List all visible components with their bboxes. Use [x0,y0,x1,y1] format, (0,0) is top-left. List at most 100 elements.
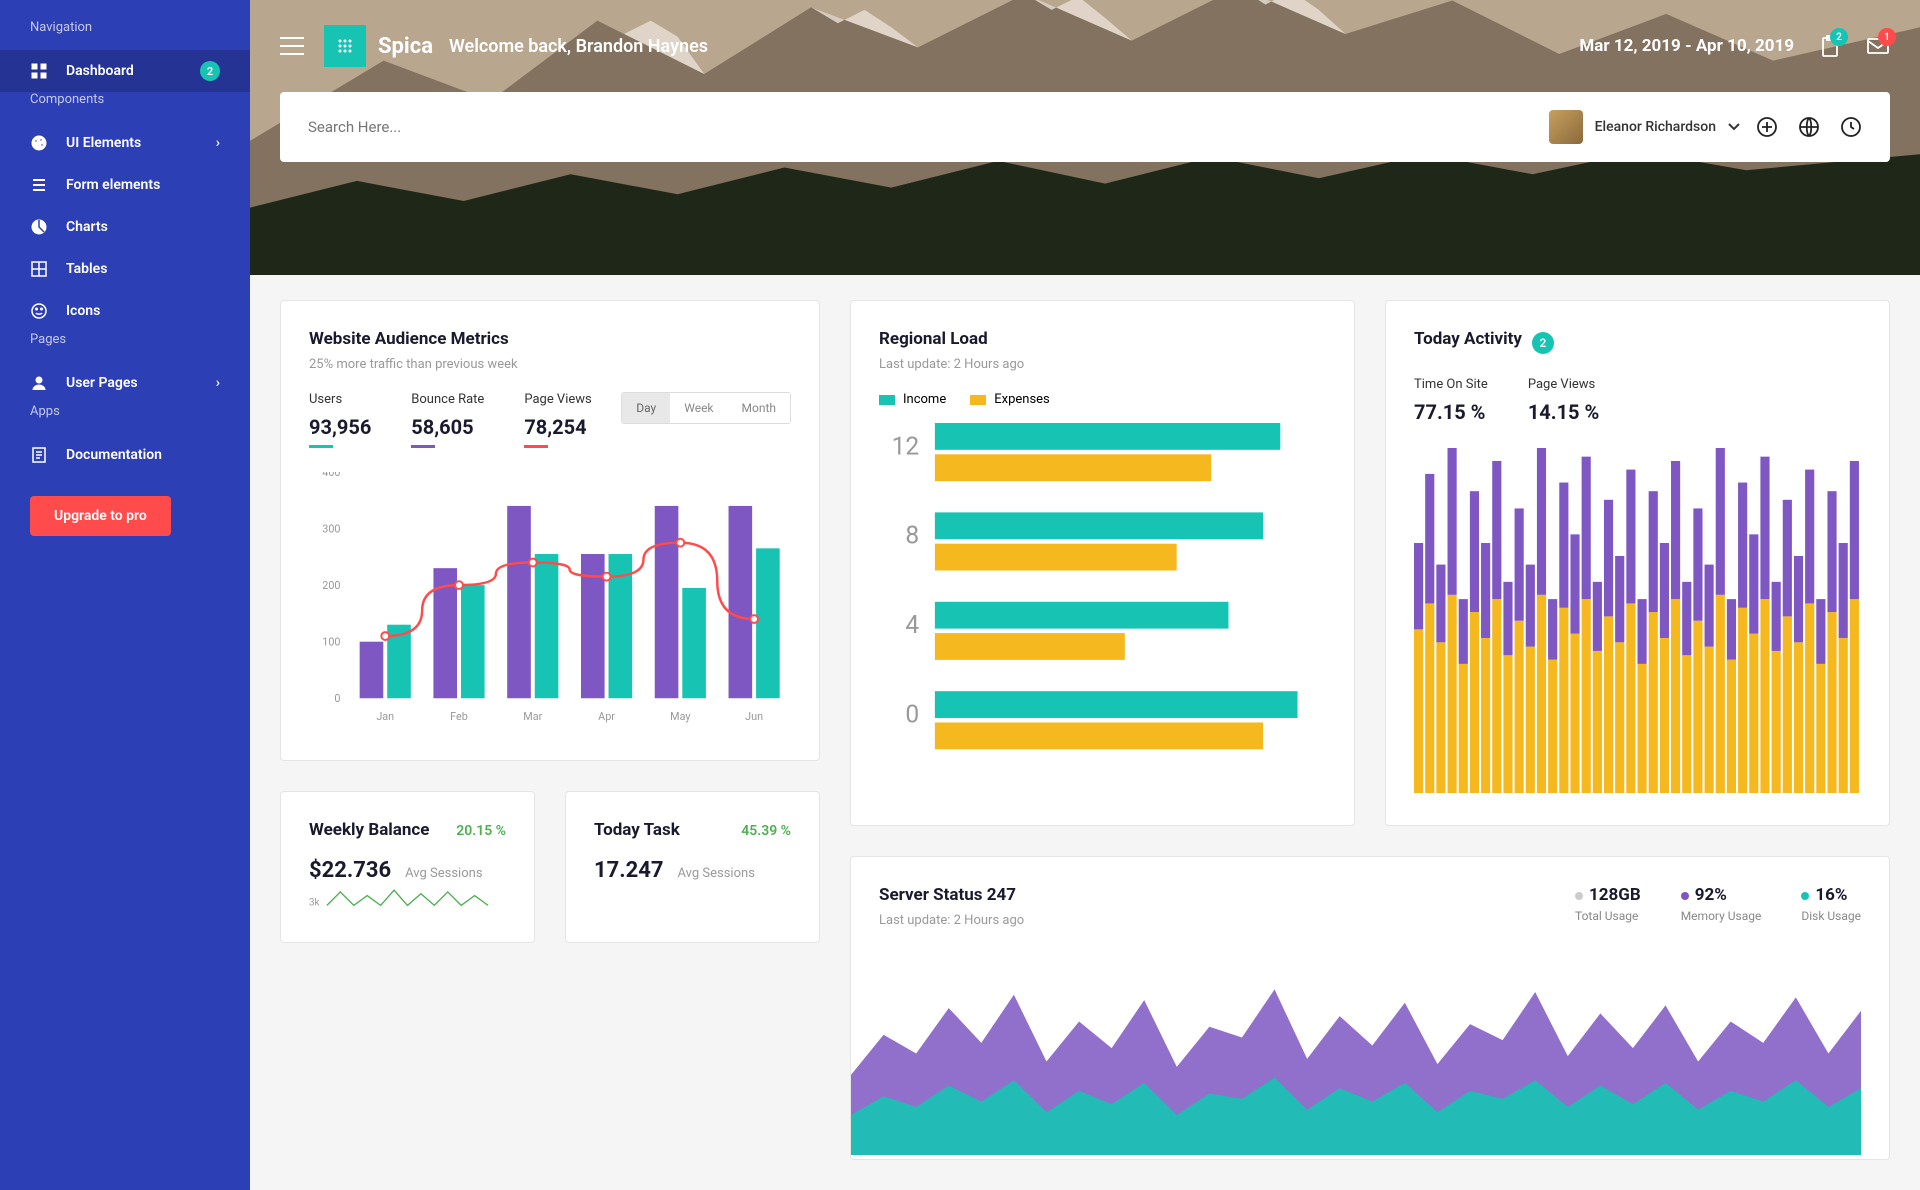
svg-text:Jan: Jan [376,710,394,723]
nav-label: User Pages [66,375,138,391]
search-input[interactable] [308,118,1549,136]
nav-label: Icons [66,303,100,319]
chevron-down-icon [1728,123,1740,131]
mail-icon[interactable]: 1 [1866,34,1890,58]
add-icon[interactable] [1756,116,1778,138]
legend-expenses: Expenses [970,392,1050,407]
sidebar: Navigation Dashboard 2 Components UI Ele… [0,0,250,1190]
stat-page-views: Page Views14.15 % [1528,377,1599,424]
svg-text:3k: 3k [309,897,320,908]
svg-text:Apr: Apr [598,710,615,723]
card-title: Regional Load [879,329,1326,349]
nav-item-charts[interactable]: Charts [0,206,250,248]
card-title: Server Status 247 [879,885,1024,905]
svg-text:100: 100 [322,636,340,649]
regional-chart: 12840 [879,423,1326,781]
period-tabs: DayWeekMonth [621,392,791,424]
card-subtitle: 25% more traffic than previous week [309,357,791,372]
nav-badge: 2 [200,61,220,81]
svg-text:Feb: Feb [450,710,468,723]
tab-day[interactable]: Day [622,393,670,423]
tab-month[interactable]: Month [728,393,790,423]
chevron-right-icon: › [216,135,220,151]
globe-icon[interactable] [1798,116,1820,138]
user-name: Eleanor Richardson [1595,119,1716,135]
card-title: Weekly Balance [309,820,429,840]
user-menu[interactable]: Eleanor Richardson [1549,110,1740,144]
svg-text:Jun: Jun [745,710,763,723]
task-sub: Avg Sessions [678,866,755,881]
nav-item-form-elements[interactable]: Form elements [0,164,250,206]
svg-text:May: May [670,710,690,723]
metric-page-views: Page Views78,254 [524,392,591,448]
server-stat-disk-usage: 16%Disk Usage [1801,885,1861,923]
audience-chart: 0100200300400JanFebMarAprMayJun [309,472,791,728]
activity-badge: 2 [1532,332,1554,354]
grid-icon [30,260,48,278]
nav-label: UI Elements [66,135,141,151]
today-activity-card: Today Activity 2 Time On Site77.15 % Page… [1385,300,1890,826]
brand-name: Spica [378,34,433,59]
svg-text:12: 12 [892,432,920,461]
nav-label: Documentation [66,447,162,463]
topbar: Spica Welcome back, Brandon Haynes Mar 1… [250,0,1920,92]
pie-icon [30,218,48,236]
dashboard-icon [30,62,48,80]
upgrade-button[interactable]: Upgrade to pro [30,496,171,536]
svg-text:4: 4 [905,611,919,640]
brand-logo [324,25,366,67]
weekly-value: $22.736 [309,858,391,883]
today-task-card: Today Task 45.39 % 17.247 Avg Sessions [565,791,820,943]
nav-item-user-pages[interactable]: User Pages › [0,362,250,404]
nav-section-header: Navigation [30,20,220,35]
smile-icon [30,302,48,320]
nav-section-header: Pages [30,332,220,347]
server-chart [851,968,1861,1155]
svg-text:400: 400 [322,472,340,479]
task-value: 17.247 [594,858,664,883]
nav-section-header: Apps [30,404,220,419]
metric-bounce-rate: Bounce Rate58,605 [411,392,484,448]
nav-label: Charts [66,219,108,235]
nav-item-icons[interactable]: Icons [0,290,250,332]
list-icon [30,176,48,194]
stat-time-on-site: Time On Site77.15 % [1414,377,1488,424]
today-chart [1414,448,1861,793]
weekly-balance-card: Weekly Balance 20.15 % $22.736 Avg Session… [280,791,535,943]
weekly-sub: Avg Sessions [405,866,482,881]
task-pct: 45.39 % [741,823,791,839]
audience-card: Website Audience Metrics 25% more traffi… [280,300,820,761]
card-title: Today Task [594,820,680,840]
nav-item-dashboard[interactable]: Dashboard 2 [0,50,250,92]
search-bar: Eleanor Richardson [280,92,1890,162]
weekly-pct: 20.15 % [456,823,506,839]
nav-item-ui-elements[interactable]: UI Elements › [0,122,250,164]
card-subtitle: Last update: 2 Hours ago [879,913,1024,928]
notification-badge: 2 [1830,28,1848,46]
nav-item-documentation[interactable]: Documentation [0,434,250,476]
date-range[interactable]: Mar 12, 2019 - Apr 10, 2019 [1579,36,1794,56]
chevron-right-icon: › [216,375,220,391]
card-title: Website Audience Metrics [309,329,791,349]
avatar [1549,110,1583,144]
regional-card: Regional Load Last update: 2 Hours ago I… [850,300,1355,826]
clipboard-icon[interactable]: 2 [1818,34,1842,58]
server-stat-memory-usage: 92%Memory Usage [1681,885,1762,923]
server-card: Server Status 247 Last update: 2 Hours a… [850,856,1890,1160]
clock-icon[interactable] [1840,116,1862,138]
svg-text:0: 0 [334,692,340,705]
main: Spica Welcome back, Brandon Haynes Mar 1… [250,0,1920,1190]
server-stat-total-usage: 128GBTotal Usage [1575,885,1641,923]
svg-text:0: 0 [905,700,919,729]
tab-week[interactable]: Week [670,393,727,423]
svg-text:300: 300 [322,522,340,535]
user-icon [30,374,48,392]
notification-badge: 1 [1878,28,1896,46]
nav-section-header: Components [30,92,220,107]
nav-label: Form elements [66,177,160,193]
card-title: Today Activity [1414,329,1522,349]
welcome-text: Welcome back, Brandon Haynes [449,36,708,57]
hero-banner: Spica Welcome back, Brandon Haynes Mar 1… [250,0,1920,275]
nav-item-tables[interactable]: Tables [0,248,250,290]
menu-toggle-icon[interactable] [280,37,304,55]
